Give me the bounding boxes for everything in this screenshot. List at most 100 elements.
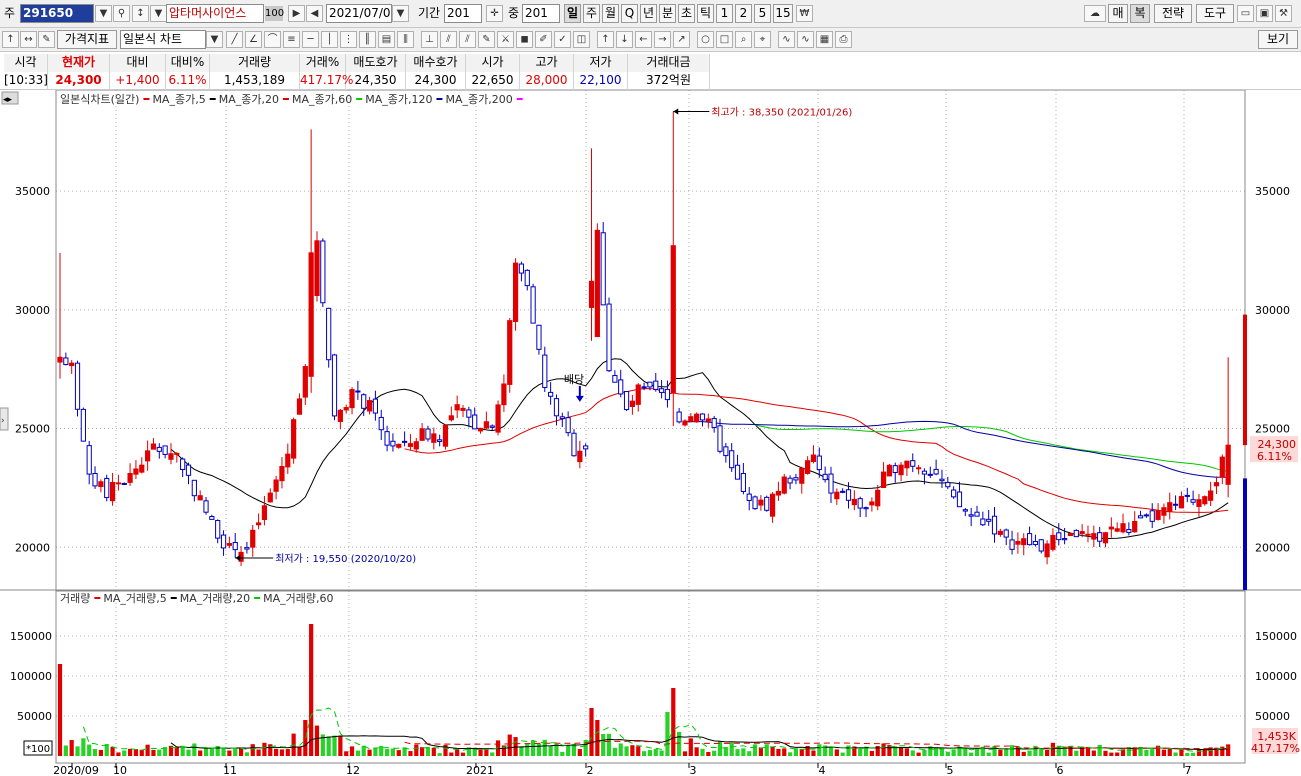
chart-type-dropdown-icon[interactable]: ▼	[206, 31, 223, 48]
vline-tool-icon[interactable]: │	[321, 31, 338, 48]
edit-icon[interactable]: ✎	[38, 31, 55, 48]
strategy-button[interactable]: 전략	[1154, 4, 1192, 23]
candle-body	[851, 498, 857, 506]
prev-icon[interactable]: ◀	[306, 5, 323, 22]
candle-body	[1044, 543, 1050, 558]
parallel-tool-icon[interactable]: ⫽	[459, 31, 476, 48]
candle-body	[1003, 529, 1009, 538]
next-icon[interactable]: ▶	[288, 5, 305, 22]
interval-8-button[interactable]: 1	[716, 4, 733, 23]
square-tool-icon[interactable]: □	[716, 31, 733, 48]
candle-body	[746, 493, 752, 501]
zoom-input[interactable]: 201	[522, 4, 560, 23]
down-arrow-tool-icon[interactable]: ↓	[616, 31, 633, 48]
candle-body	[752, 496, 758, 510]
box-tool-icon[interactable]: ◫	[573, 31, 590, 48]
wave-tool-icon[interactable]: ∿	[778, 31, 795, 48]
duplicate-button[interactable]: 복	[1130, 4, 1150, 23]
volume-bar	[373, 747, 378, 756]
period-input[interactable]: 201	[444, 4, 482, 23]
code-dropdown-icon[interactable]: ▼	[95, 5, 112, 22]
candle-body	[857, 498, 863, 509]
interval-2-button[interactable]: 월	[602, 4, 619, 23]
date-dropdown-icon[interactable]: ▼	[392, 5, 409, 22]
interval-1-button[interactable]: 주	[583, 4, 600, 23]
right-arrow-tool-icon[interactable]: →	[654, 31, 671, 48]
candle-body	[74, 362, 81, 410]
target-tool-icon[interactable]: ⌖	[754, 31, 771, 48]
cross-tool-icon[interactable]: ⚔	[497, 31, 514, 48]
interval-4-button[interactable]: 년	[640, 4, 657, 23]
perp-tool-icon[interactable]: ⊥	[421, 31, 438, 48]
stock-name-field[interactable]: 압타머사이언스	[166, 4, 264, 23]
wrench-icon[interactable]: ⚒	[1275, 5, 1292, 22]
interval-3-button[interactable]: Q	[621, 4, 638, 23]
candle-body	[291, 419, 297, 459]
candle-body	[559, 416, 565, 420]
chart-type-select[interactable]: 일본식 차트	[120, 30, 206, 49]
crosshair-icon[interactable]: ✛	[486, 5, 503, 22]
save-icon[interactable]: ▣	[1256, 5, 1273, 22]
arc-tool-icon[interactable]: ⌒	[264, 31, 281, 48]
volume-bar	[641, 751, 647, 756]
channel-tool-icon[interactable]: ⫽	[440, 31, 457, 48]
grid-tool-icon[interactable]: ▤	[378, 31, 395, 48]
buy-button[interactable]: 매	[1108, 4, 1128, 23]
zoom-tool-icon[interactable]: ⌕	[735, 31, 752, 48]
date-field[interactable]: 2021/07/09	[326, 4, 392, 23]
volume-bar	[98, 749, 103, 756]
brush-tool-icon[interactable]: ✐	[535, 31, 552, 48]
quote-header-10: 저가	[574, 54, 628, 72]
pen-tool-icon[interactable]: ✎	[478, 31, 495, 48]
left-arrow-tool-icon[interactable]: ←	[635, 31, 652, 48]
stock-chart[interactable]: ›◂▸20000 2000025000 2500030000 3000035000 35…	[0, 90, 1301, 776]
candle-body	[571, 432, 577, 457]
interval-0-button[interactable]: 일	[564, 4, 581, 23]
interval-11-button[interactable]: 15	[773, 4, 793, 23]
view-button[interactable]: 보기	[1258, 30, 1298, 49]
fill-tool-icon[interactable]: ◼	[516, 31, 533, 48]
fan-tool-icon[interactable]: ≡	[283, 31, 300, 48]
expand-horizontal-icon[interactable]: ↔	[20, 31, 37, 48]
volume-bar	[87, 744, 92, 756]
circle-tool-icon[interactable]: ○	[697, 31, 714, 48]
angle-tool-icon[interactable]: ∠	[245, 31, 262, 48]
volume-bar	[665, 712, 670, 756]
candle-body	[185, 464, 192, 476]
up-arrow-tool-icon[interactable]: ↑	[597, 31, 614, 48]
quote-header-2: 대비	[110, 54, 166, 72]
won-icon[interactable]: ₩	[796, 5, 813, 22]
fib-tool-icon[interactable]: ⫼	[397, 31, 414, 48]
line-tool-icon[interactable]: ╱	[226, 31, 243, 48]
price-legend-item: MA_종가,200	[445, 93, 512, 106]
price-tick-left: 25000	[15, 423, 50, 436]
cloud-icon[interactable]: ☁	[1084, 5, 1106, 22]
volume-bar	[945, 751, 950, 756]
search-icon[interactable]: ⚲	[113, 5, 130, 22]
interval-7-button[interactable]: 틱	[697, 4, 714, 23]
name-dropdown-icon[interactable]: ▼	[150, 5, 167, 22]
dots-tool-icon[interactable]: ⋮	[340, 31, 357, 48]
arrow-up-icon[interactable]: ↑	[2, 31, 19, 48]
bars-tool-icon[interactable]: ║	[359, 31, 376, 48]
quote-value-7: 24,300	[406, 72, 466, 90]
print-tool-icon[interactable]: ⎙	[835, 31, 852, 48]
interval-9-button[interactable]: 2	[735, 4, 752, 23]
price-indicator-button[interactable]: 가격지표	[57, 30, 117, 49]
check-tool-icon[interactable]: ✓	[554, 31, 571, 48]
interval-10-button[interactable]: 5	[754, 4, 771, 23]
candle-body	[694, 413, 700, 423]
folder-icon[interactable]: ▭	[1237, 5, 1254, 22]
wave2-tool-icon[interactable]: ∿	[797, 31, 814, 48]
table-tool-icon[interactable]: ▦	[816, 31, 833, 48]
volume-legend-item: MA_거래량,60	[263, 592, 333, 605]
sort-icon[interactable]: ↕	[132, 5, 149, 22]
candle-body	[606, 303, 612, 372]
hline-tool-icon[interactable]: ─	[302, 31, 319, 48]
interval-5-button[interactable]: 분	[659, 4, 676, 23]
diag-arrow-tool-icon[interactable]: ↗	[673, 31, 690, 48]
interval-6-button[interactable]: 초	[678, 4, 695, 23]
tools-button[interactable]: 도구	[1196, 4, 1234, 23]
time-label: 2021	[466, 764, 494, 776]
stock-code-input[interactable]: 291650	[20, 4, 94, 23]
